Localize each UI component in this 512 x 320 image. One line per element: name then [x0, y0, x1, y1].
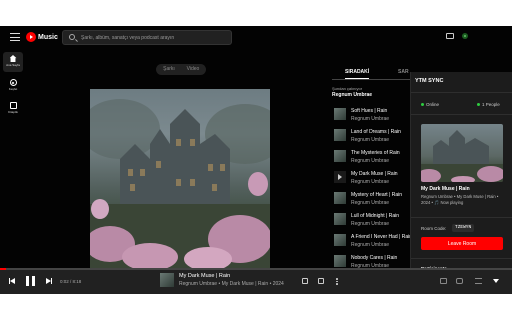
sync-panel-title: YTM SYNC — [415, 78, 444, 84]
leave-room-button[interactable]: Leave Room — [421, 237, 503, 250]
queue-list: Soft Hues | Rain Regnum Umbrae Land of D… — [332, 106, 411, 274]
divider — [411, 217, 512, 218]
repeat-icon[interactable] — [456, 278, 463, 284]
track-artist: Regnum Umbrae — [351, 116, 390, 122]
track-artist: Regnum Umbrae — [351, 137, 390, 143]
song-video-toggle: Şarkı Video — [156, 64, 206, 75]
home-icon — [9, 55, 17, 62]
list-item[interactable]: A Friend I Never Had | Rain Regnum Umbra… — [332, 232, 411, 253]
divider — [411, 114, 512, 115]
track-title: Mystery of Heart | Rain — [351, 192, 403, 198]
player-track-title[interactable]: My Dark Muse | Rain — [179, 273, 230, 279]
track-title: A Friend I Never Had | Rain — [351, 234, 411, 240]
track-artist: Regnum Umbrae — [351, 179, 390, 185]
search-input[interactable] — [81, 31, 229, 44]
track-title: Lull of Midnight | Rain — [351, 213, 399, 219]
track-thumbnail — [334, 255, 346, 267]
track-title: The Mysteries of Rain — [351, 150, 400, 156]
logo-text: Music — [38, 33, 58, 41]
divider — [411, 258, 512, 259]
now-playing-icon — [334, 171, 346, 183]
list-item-current[interactable]: My Dark Muse | Rain Regnum Umbrae — [332, 169, 410, 190]
volume-icon[interactable] — [440, 278, 447, 284]
expand-icon[interactable] — [493, 279, 499, 283]
people-label: 1 People — [482, 102, 500, 107]
search-icon — [69, 34, 75, 40]
track-title: Soft Hues | Rain — [351, 108, 388, 114]
logo[interactable]: Music — [26, 32, 58, 42]
library-icon — [9, 102, 17, 109]
track-title: My Dark Muse | Rain — [351, 171, 398, 177]
video-toggle-button[interactable]: Video — [181, 66, 205, 72]
track-thumbnail — [334, 234, 346, 246]
side-nav: Ana Sayfa Keşfet Kitaplık — [0, 50, 26, 270]
sync-panel: YTM SYNC Online 1 People My Dark Muse | … — [410, 72, 512, 294]
sidebar-item-label: Keşfet — [8, 87, 18, 91]
track-title: Land of Dreams | Rain — [351, 129, 401, 135]
list-item[interactable]: Land of Dreams | Rain Regnum Umbrae — [332, 127, 410, 148]
list-item[interactable]: The Mysteries of Rain Regnum Umbrae — [332, 148, 410, 169]
sync-song-title: My Dark Muse | Rain — [421, 186, 470, 192]
search-box[interactable] — [62, 30, 232, 45]
list-item[interactable]: Lull of Midnight | Rain Regnum Umbrae — [332, 211, 410, 232]
sidebar-item-label: Kitaplık — [8, 110, 18, 114]
thumbs-up-icon[interactable] — [318, 278, 324, 284]
song-toggle-button[interactable]: Şarkı — [157, 66, 181, 72]
status-dot-icon — [477, 103, 480, 107]
track-thumbnail — [334, 150, 346, 162]
logo-icon — [26, 32, 36, 42]
people-count: 1 People — [477, 102, 500, 107]
sidebar-item-explore[interactable]: Keşfet — [3, 76, 23, 96]
player-track-subtitle[interactable]: Regnum Umbrae • My Dark Muse | Rain • 20… — [179, 281, 284, 287]
tab-second[interactable]: SAR — [398, 69, 409, 75]
shuffle-icon[interactable] — [475, 278, 482, 284]
track-thumbnail — [334, 213, 346, 225]
room-code-value[interactable]: TZEWYN — [452, 224, 475, 232]
room-code-label: Room Code: — [421, 226, 447, 231]
top-bar: Music — [0, 26, 512, 50]
list-item[interactable]: Mystery of Heart | Rain Regnum Umbrae — [332, 190, 410, 211]
track-thumbnail — [334, 129, 346, 141]
online-status: Online — [421, 102, 439, 107]
track-thumbnail — [334, 108, 346, 120]
menu-icon[interactable] — [10, 33, 20, 41]
sync-album-art-image — [421, 130, 503, 182]
track-artist: Regnum Umbrae — [351, 221, 390, 227]
divider — [411, 92, 512, 93]
queue-tabs: SIRADAKİ SAR — [332, 66, 410, 80]
time-display: 0:02 / 8:18 — [60, 279, 82, 284]
album-art — [90, 89, 270, 269]
music-app: Music Ana Sayfa Keşfet Kitaplık Şarkı Vi… — [0, 26, 512, 294]
status-dot-icon — [421, 103, 424, 107]
playing-from-name[interactable]: Regnum Umbrae — [332, 92, 372, 98]
album-art-image — [90, 99, 270, 269]
sidebar-item-home[interactable]: Ana Sayfa — [3, 52, 23, 72]
track-thumbnail — [334, 192, 346, 204]
explore-icon — [9, 79, 17, 86]
list-item[interactable]: Soft Hues | Rain Regnum Umbrae — [332, 106, 410, 127]
playing-from-label: Şundan çalınıyor — [332, 86, 363, 91]
track-artist: Regnum Umbrae — [351, 200, 390, 206]
next-icon[interactable] — [46, 278, 52, 284]
sidebar-item-label: Ana Sayfa — [6, 63, 20, 67]
sync-album-art — [421, 124, 503, 182]
player-thumbnail — [160, 273, 174, 287]
sync-song-info: Regnum Umbrae • My Dark Muse | Rain • 20… — [421, 194, 499, 205]
tab-up-next[interactable]: SIRADAKİ — [345, 69, 370, 79]
progress-bar[interactable] — [0, 268, 512, 270]
thumbs-down-icon[interactable] — [302, 278, 308, 284]
progress-fill — [0, 268, 7, 270]
extension-icon[interactable] — [462, 33, 468, 39]
pause-icon[interactable] — [26, 276, 35, 286]
track-title: Nobody Cares | Rain — [351, 255, 398, 261]
previous-icon[interactable] — [9, 278, 15, 284]
track-artist: Regnum Umbrae — [351, 242, 390, 248]
player-bar: 0:02 / 8:18 My Dark Muse | Rain Regnum U… — [0, 268, 512, 294]
sidebar-item-library[interactable]: Kitaplık — [3, 99, 23, 119]
track-artist: Regnum Umbrae — [351, 158, 390, 164]
cast-icon[interactable] — [446, 33, 454, 39]
online-label: Online — [426, 102, 440, 107]
more-icon[interactable] — [336, 278, 338, 285]
